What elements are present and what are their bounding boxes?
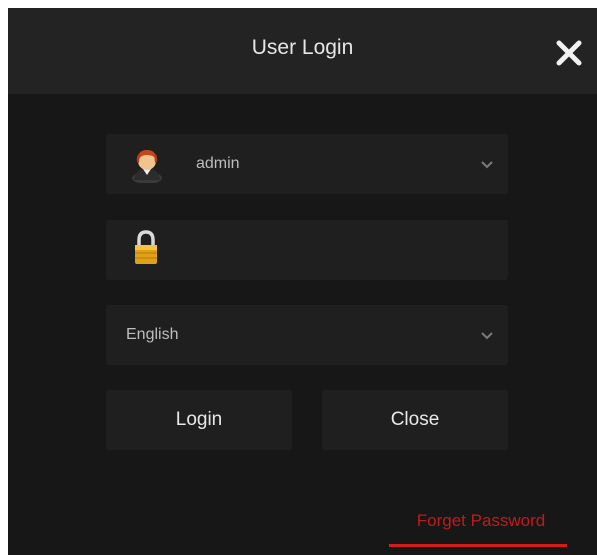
forget-password-underline bbox=[389, 544, 567, 547]
language-select[interactable]: English bbox=[106, 305, 508, 365]
username-value: admin bbox=[196, 155, 240, 172]
close-button[interactable]: Close bbox=[322, 390, 508, 450]
user-avatar-icon bbox=[132, 150, 162, 183]
chevron-down-icon[interactable] bbox=[480, 158, 494, 170]
language-value: English bbox=[126, 326, 179, 343]
login-button[interactable]: Login bbox=[106, 390, 292, 450]
user-login-dialog: User Login admin English Login Close For… bbox=[8, 8, 597, 555]
title-bar: User Login bbox=[8, 8, 597, 94]
padlock-icon bbox=[135, 230, 157, 264]
username-select[interactable]: admin bbox=[106, 134, 508, 194]
password-field[interactable] bbox=[106, 220, 508, 280]
close-x-icon[interactable] bbox=[556, 40, 582, 66]
dialog-title: User Login bbox=[251, 36, 354, 59]
forget-password-link[interactable]: Forget Password bbox=[391, 508, 571, 534]
chevron-down-icon[interactable] bbox=[480, 329, 494, 341]
